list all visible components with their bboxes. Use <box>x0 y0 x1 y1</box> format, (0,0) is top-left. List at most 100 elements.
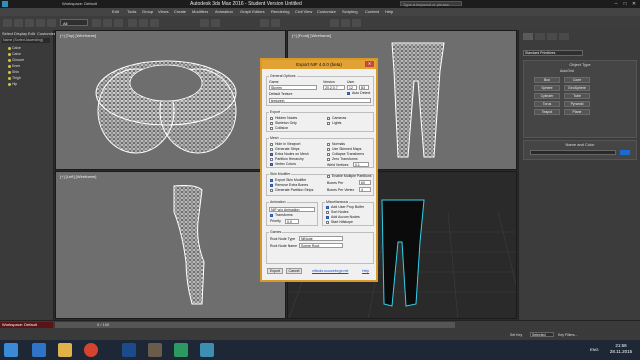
snap-icon[interactable] <box>200 19 209 27</box>
auto-detect-checkbox[interactable] <box>347 92 350 95</box>
render-icon[interactable] <box>352 19 361 27</box>
plane-button[interactable]: Plane <box>564 109 590 115</box>
rollout-header[interactable]: Name and Color <box>524 142 636 147</box>
motion-tab-icon[interactable] <box>559 33 569 40</box>
align-icon[interactable] <box>271 19 280 27</box>
undo-icon[interactable] <box>3 19 12 27</box>
export-skin-checkbox[interactable] <box>270 179 273 182</box>
close-button[interactable]: ✕ <box>630 1 638 7</box>
menu-content[interactable]: Content <box>365 9 379 14</box>
visibility-icon[interactable] <box>8 65 11 68</box>
list-item[interactable]: Knee <box>12 64 20 68</box>
lights-checkbox[interactable] <box>327 122 330 125</box>
texture-path-field[interactable]: textures\ <box>269 98 371 103</box>
ie-icon[interactable] <box>32 343 46 357</box>
angle-snap-icon[interactable] <box>211 19 220 27</box>
generate-strips-checkbox[interactable] <box>270 148 273 151</box>
hierarchy-tab-icon[interactable] <box>547 33 557 40</box>
render-setup-icon[interactable] <box>341 19 350 27</box>
game-dropdown[interactable]: Skyrim <box>269 85 317 90</box>
create-tab-icon[interactable] <box>523 33 533 40</box>
menu-edit[interactable]: Edit <box>112 9 119 14</box>
sort-header[interactable]: Name (Sorted Ascending) <box>2 38 50 43</box>
list-item[interactable]: Shin <box>12 70 19 74</box>
zero-transforms-checkbox[interactable] <box>327 158 330 161</box>
cylinder-button[interactable]: Cylinder <box>534 93 560 99</box>
teapot-button[interactable]: Teapot <box>534 109 560 115</box>
bind-icon[interactable] <box>47 19 56 27</box>
menu-group[interactable]: Group <box>142 9 153 14</box>
collision-checkbox[interactable] <box>270 127 273 130</box>
visibility-icon[interactable] <box>8 83 11 86</box>
move-icon[interactable] <box>128 19 137 27</box>
user-prop-checkbox[interactable] <box>326 206 329 209</box>
workspace-selector[interactable]: Workspace: Default <box>62 1 97 6</box>
redo-icon[interactable] <box>14 19 23 27</box>
rollout-header[interactable]: Object Type <box>524 62 636 67</box>
tab-select[interactable]: Select <box>2 31 13 36</box>
visibility-icon[interactable] <box>8 47 11 50</box>
menu-help[interactable]: Help <box>385 9 393 14</box>
list-item[interactable]: Calve <box>12 46 21 50</box>
list-item[interactable]: Closure <box>12 58 24 62</box>
select-icon[interactable] <box>92 19 101 27</box>
unlink-icon[interactable] <box>36 19 45 27</box>
scale-icon[interactable] <box>150 19 159 27</box>
viewport-left[interactable]: [+] [Left] [Wireframe] <box>55 171 286 319</box>
cameras-checkbox[interactable] <box>327 117 330 120</box>
time-slider[interactable]: 0 / 100 <box>55 322 455 328</box>
pyramid-button[interactable]: Pyramid <box>564 101 590 107</box>
windows-start-icon[interactable] <box>4 343 18 357</box>
modify-tab-icon[interactable] <box>535 33 545 40</box>
explorer-icon[interactable] <box>58 343 72 357</box>
list-item[interactable]: Thigh <box>12 76 21 80</box>
user-field[interactable]: 12 <box>347 85 357 90</box>
geosphere-button[interactable]: GeoSphere <box>564 85 590 91</box>
selection-filter-dropdown[interactable]: All <box>60 19 88 26</box>
hidden-nodes-checkbox[interactable] <box>270 117 273 120</box>
skeleton-only-checkbox[interactable] <box>270 122 273 125</box>
version-field[interactable]: 20.2.0.7 <box>323 85 345 90</box>
multiple-partitions-checkbox[interactable] <box>327 175 330 178</box>
visibility-icon[interactable] <box>8 53 11 56</box>
photoshop-icon[interactable] <box>122 343 136 357</box>
start-nifskope-checkbox[interactable] <box>326 221 329 224</box>
remove-bones-checkbox[interactable] <box>270 184 273 187</box>
export-button[interactable]: Export <box>267 268 283 274</box>
menu-customize[interactable]: Customize <box>317 9 336 14</box>
skinned-maps-checkbox[interactable] <box>327 148 330 151</box>
user2-field[interactable]: 83 <box>359 85 369 90</box>
cone-button[interactable]: Cone <box>564 77 590 83</box>
animation-dropdown[interactable]: NIF w/o Animation <box>269 207 315 212</box>
bones-per-partition-field[interactable]: 60 <box>359 180 371 185</box>
partition-strips-checkbox[interactable] <box>270 189 273 192</box>
list-item[interactable]: Calve <box>12 52 21 56</box>
key-filters-button[interactable]: Key Filters... <box>558 333 577 337</box>
chrome-icon[interactable] <box>84 343 98 357</box>
menu-views[interactable]: Views <box>158 9 169 14</box>
set-key-button[interactable]: Set Key <box>510 333 522 337</box>
menu-tools[interactable]: Tools <box>127 9 136 14</box>
cancel-button[interactable]: Cancel <box>286 268 302 274</box>
menu-rendering[interactable]: Rendering <box>271 9 289 14</box>
tab-display[interactable]: Display <box>14 31 27 36</box>
vertex-colors-checkbox[interactable] <box>270 163 273 166</box>
visibility-icon[interactable] <box>8 59 11 62</box>
name-field[interactable] <box>530 150 616 155</box>
clock[interactable]: 21:58 28.11.2015 <box>604 343 638 355</box>
selected-dropdown[interactable]: Selected <box>530 332 554 337</box>
root-type-dropdown[interactable]: NiNode <box>299 236 343 241</box>
partition-hierarchy-checkbox[interactable] <box>270 158 273 161</box>
box-button[interactable]: Box <box>534 77 560 83</box>
weld-field[interactable]: 0.1 <box>353 162 369 167</box>
tab-edit[interactable]: Edit <box>28 31 35 36</box>
workspace-label[interactable]: Workspace: Default <box>0 322 53 328</box>
root-name-field[interactable]: Scene Root <box>299 243 343 248</box>
mirror-icon[interactable] <box>260 19 269 27</box>
extra-nodes-checkbox[interactable] <box>270 153 273 156</box>
autogrid-checkbox[interactable]: AutoGrid <box>560 69 574 73</box>
dialog-close-button[interactable]: ✕ <box>365 61 374 67</box>
rotate-icon[interactable] <box>139 19 148 27</box>
color-swatch[interactable] <box>620 150 630 155</box>
maximize-button[interactable]: □ <box>621 1 629 7</box>
